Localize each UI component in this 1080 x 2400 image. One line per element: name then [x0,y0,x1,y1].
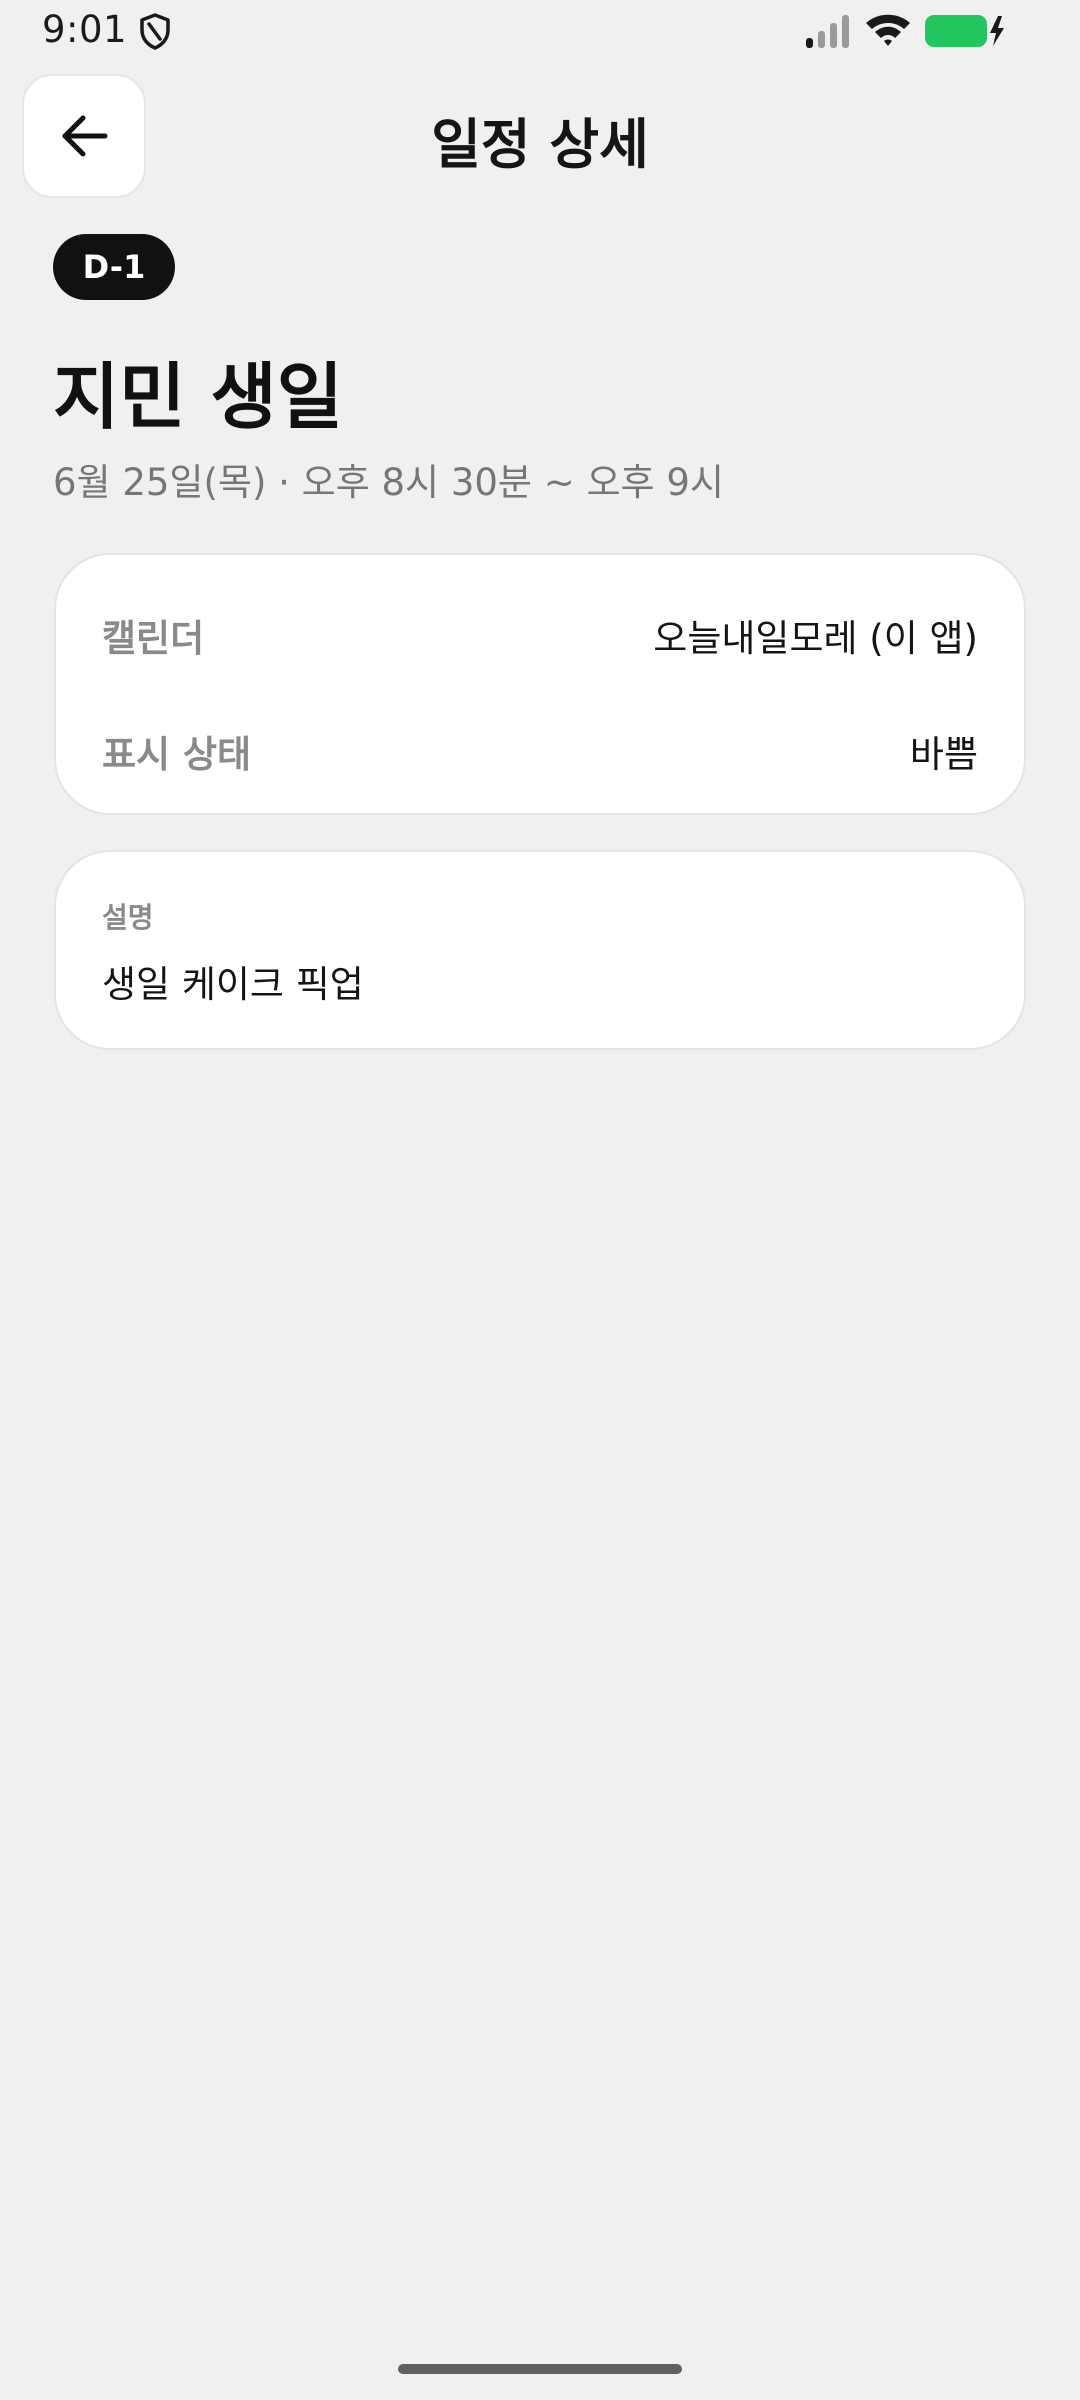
signal-icon [806,15,849,48]
event-datetime: 6월 25일(목) · 오후 8시 30분 ~ 오후 9시 [53,461,724,504]
calendar-row: 캘린더 오늘내일모레 (이 앱) [102,605,978,665]
calendar-label: 캘린더 [102,617,205,660]
event-info-card: 캘린더 오늘내일모레 (이 앱) 표시 상태 바쁨 [54,553,1026,815]
wifi-icon [866,14,910,46]
screen: 9:01 일정 상세 D-1 지민 생일 6월 25일(목) · 오후 8시 3… [0,0,1080,2400]
description-label: 설명 [102,901,154,934]
status-label: 표시 상태 [102,733,252,776]
calendar-value: 오늘내일모레 (이 앱) [653,617,978,660]
description-card: 설명 생일 케이크 픽업 [54,850,1026,1050]
status-bar: 9:01 [0,0,1080,62]
description-text: 생일 케이크 픽업 [102,963,364,1006]
shield-icon [140,13,170,50]
battery-charging-icon [925,15,1004,47]
page-title: 일정 상세 [431,113,649,176]
status-time: 9:01 [42,8,128,51]
home-indicator[interactable] [398,2364,682,2374]
status-row: 표시 상태 바쁨 [102,721,978,781]
event-title: 지민 생일 [53,355,344,439]
dday-badge: D-1 [53,234,175,300]
status-value: 바쁨 [909,733,978,776]
